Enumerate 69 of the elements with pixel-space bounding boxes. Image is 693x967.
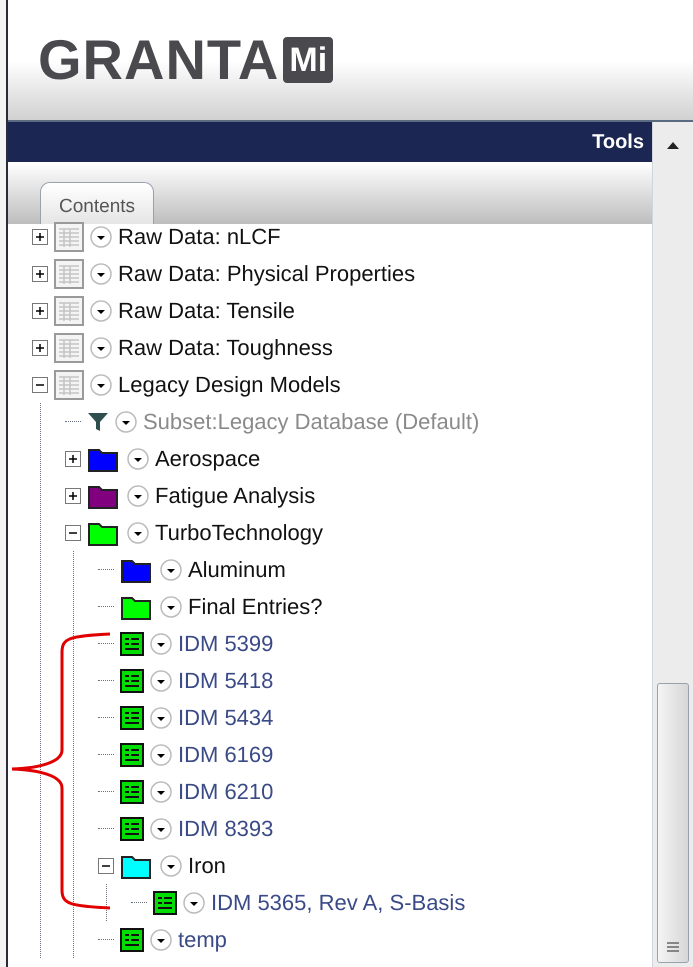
dropdown-icon[interactable] — [150, 706, 172, 728]
expand-icon[interactable] — [32, 266, 48, 282]
tree-item-label[interactable]: Final Entries? — [188, 590, 323, 623]
dropdown-icon[interactable] — [150, 780, 172, 802]
dropdown-icon[interactable] — [150, 744, 172, 766]
table-icon — [54, 222, 84, 252]
dropdown-icon[interactable] — [160, 854, 182, 876]
tab[interactable]: Contents — [40, 182, 154, 224]
table-icon — [54, 370, 84, 400]
dropdown-icon[interactable] — [183, 892, 205, 914]
dropdown-icon[interactable] — [150, 632, 172, 654]
dropdown-icon[interactable] — [150, 818, 172, 840]
table-icon — [54, 296, 84, 326]
dropdown-icon[interactable] — [150, 670, 172, 692]
tree-item-label[interactable]: IDM 5365, Rev A, S-Basis — [211, 886, 466, 919]
logo-wordmark: GRANTA — [38, 32, 280, 88]
tree-item-label[interactable]: IDM 6169 — [178, 738, 274, 771]
dropdown-icon[interactable] — [160, 596, 182, 618]
tree-item-label[interactable]: IDM 6210 — [178, 775, 274, 808]
collapse-icon[interactable] — [65, 524, 81, 540]
dropdown-icon[interactable] — [90, 300, 112, 322]
dropdown-icon[interactable] — [127, 522, 149, 544]
tree-item-label[interactable]: IDM 5434 — [178, 701, 274, 734]
expand-icon[interactable] — [65, 488, 81, 504]
expand-icon[interactable] — [32, 228, 48, 244]
dropdown-icon[interactable] — [90, 226, 112, 248]
expand-icon[interactable] — [32, 340, 48, 356]
table-icon — [54, 332, 84, 362]
tree-item-label[interactable]: temp — [178, 923, 227, 956]
header-title: Tools — [592, 130, 644, 155]
record-icon — [120, 706, 144, 730]
tree-item-label[interactable]: TurboTechnology — [155, 516, 323, 549]
table-icon — [54, 258, 84, 288]
record-icon — [120, 742, 144, 766]
tree-item-label[interactable]: IDM 8393 — [178, 812, 274, 845]
dropdown-icon[interactable] — [90, 262, 112, 284]
dropdown-icon[interactable] — [90, 374, 112, 396]
collapse-icon[interactable] — [32, 376, 48, 392]
record-icon — [120, 632, 144, 656]
dropdown-icon[interactable] — [127, 448, 149, 470]
tree-item-label[interactable]: Legacy Design Models — [118, 368, 341, 401]
record-icon — [120, 816, 144, 840]
dropdown-icon[interactable] — [127, 484, 149, 506]
collapse-icon[interactable] — [98, 858, 114, 874]
tree-item-label[interactable]: Raw Data: Tensile — [118, 294, 295, 327]
tree-item-label[interactable]: IDM 5399 — [178, 627, 274, 660]
tree-item-label[interactable]: Raw Data: Toughness — [118, 331, 333, 364]
expand-icon[interactable] — [32, 302, 48, 318]
scroll-up-icon[interactable] — [666, 140, 680, 150]
dropdown-icon[interactable] — [115, 410, 137, 432]
tree-item-label[interactable]: Aluminum — [188, 553, 286, 586]
scrollbar[interactable] — [652, 122, 693, 967]
tree-item-label[interactable]: Aerospace — [155, 442, 260, 475]
expand-icon[interactable] — [65, 450, 81, 466]
scrollbar-thumb[interactable] — [657, 683, 689, 963]
record-icon — [120, 780, 144, 804]
record-icon — [120, 928, 144, 952]
dropdown-icon[interactable] — [90, 336, 112, 358]
record-icon — [120, 668, 144, 692]
tree-item-label[interactable]: Fatigue Analysis — [155, 479, 316, 512]
tree-item-label[interactable]: IDM 5418 — [178, 664, 274, 697]
tree-item-label[interactable]: Iron — [188, 849, 226, 882]
logo-badge: Mi — [283, 37, 334, 83]
record-icon — [153, 890, 177, 914]
dropdown-icon[interactable] — [160, 558, 182, 580]
tree-item-label[interactable]: Raw Data: Physical Properties — [118, 257, 416, 290]
grip-icon — [667, 942, 679, 952]
dropdown-icon[interactable] — [150, 928, 172, 950]
filter-icon — [87, 410, 109, 432]
